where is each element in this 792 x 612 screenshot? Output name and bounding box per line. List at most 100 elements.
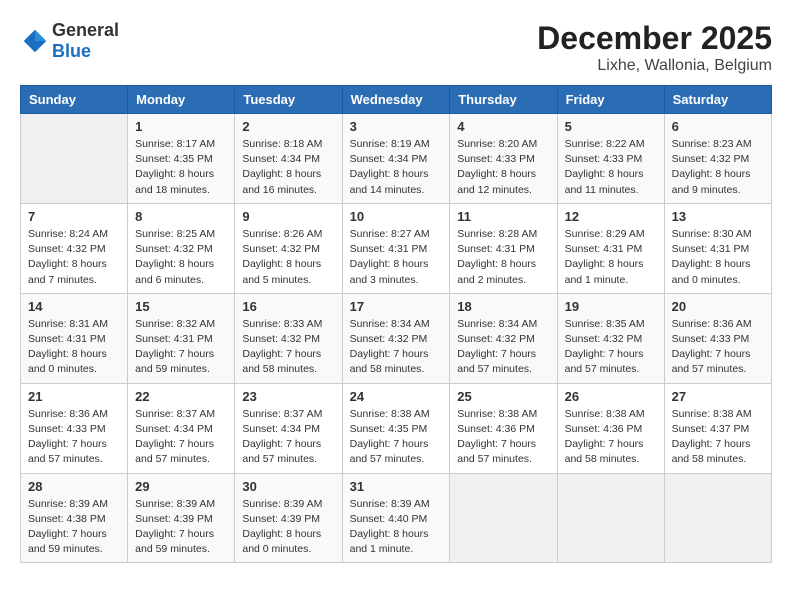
- calendar-cell: 3 Sunrise: 8:19 AM Sunset: 4:34 PM Daylig…: [342, 114, 450, 204]
- day-info: Sunrise: 8:33 AM Sunset: 4:32 PM Dayligh…: [242, 317, 334, 378]
- logo-text-general: General: [52, 20, 119, 40]
- calendar-cell: 17 Sunrise: 8:34 AM Sunset: 4:32 PM Dayli…: [342, 293, 450, 383]
- day-info: Sunrise: 8:17 AM Sunset: 4:35 PM Dayligh…: [135, 137, 227, 198]
- calendar-cell: 21 Sunrise: 8:36 AM Sunset: 4:33 PM Dayli…: [21, 383, 128, 473]
- day-info: Sunrise: 8:35 AM Sunset: 4:32 PM Dayligh…: [565, 317, 657, 378]
- day-number: 5: [565, 119, 657, 134]
- column-header-tuesday: Tuesday: [235, 86, 342, 114]
- day-number: 17: [350, 299, 443, 314]
- day-info: Sunrise: 8:19 AM Sunset: 4:34 PM Dayligh…: [350, 137, 443, 198]
- column-header-wednesday: Wednesday: [342, 86, 450, 114]
- calendar-cell: [450, 473, 557, 563]
- day-info: Sunrise: 8:38 AM Sunset: 4:37 PM Dayligh…: [672, 407, 764, 468]
- day-info: Sunrise: 8:39 AM Sunset: 4:39 PM Dayligh…: [242, 497, 334, 558]
- day-info: Sunrise: 8:27 AM Sunset: 4:31 PM Dayligh…: [350, 227, 443, 288]
- calendar-cell: 6 Sunrise: 8:23 AM Sunset: 4:32 PM Daylig…: [664, 114, 771, 204]
- calendar-cell: 24 Sunrise: 8:38 AM Sunset: 4:35 PM Dayli…: [342, 383, 450, 473]
- day-number: 4: [457, 119, 549, 134]
- day-number: 12: [565, 209, 657, 224]
- day-number: 18: [457, 299, 549, 314]
- calendar-week-row: 7 Sunrise: 8:24 AM Sunset: 4:32 PM Daylig…: [21, 203, 772, 293]
- day-info: Sunrise: 8:20 AM Sunset: 4:33 PM Dayligh…: [457, 137, 549, 198]
- page-subtitle: Lixhe, Wallonia, Belgium: [537, 57, 772, 75]
- calendar-cell: 4 Sunrise: 8:20 AM Sunset: 4:33 PM Daylig…: [450, 114, 557, 204]
- day-number: 6: [672, 119, 764, 134]
- day-info: Sunrise: 8:38 AM Sunset: 4:35 PM Dayligh…: [350, 407, 443, 468]
- day-number: 16: [242, 299, 334, 314]
- column-header-thursday: Thursday: [450, 86, 557, 114]
- day-info: Sunrise: 8:24 AM Sunset: 4:32 PM Dayligh…: [28, 227, 120, 288]
- calendar-cell: 28 Sunrise: 8:39 AM Sunset: 4:38 PM Dayli…: [21, 473, 128, 563]
- title-block: December 2025 Lixhe, Wallonia, Belgium: [537, 20, 772, 75]
- day-number: 26: [565, 389, 657, 404]
- calendar-cell: 15Sunrise: 8:32 AM Sunset: 4:31 PM Dayli…: [128, 293, 235, 383]
- day-info: Sunrise: 8:38 AM Sunset: 4:36 PM Dayligh…: [457, 407, 549, 468]
- day-info: Sunrise: 8:39 AM Sunset: 4:39 PM Dayligh…: [135, 497, 227, 558]
- day-number: 3: [350, 119, 443, 134]
- page-title: December 2025: [537, 20, 772, 57]
- calendar-cell: 7 Sunrise: 8:24 AM Sunset: 4:32 PM Daylig…: [21, 203, 128, 293]
- day-number: 25: [457, 389, 549, 404]
- day-info: Sunrise: 8:31 AM Sunset: 4:31 PM Dayligh…: [28, 317, 120, 378]
- day-number: 10: [350, 209, 443, 224]
- logo: General Blue: [20, 20, 119, 62]
- page-header: General Blue December 2025 Lixhe, Wallon…: [20, 20, 772, 75]
- day-info: Sunrise: 8:18 AM Sunset: 4:34 PM Dayligh…: [242, 137, 334, 198]
- calendar-cell: 26 Sunrise: 8:38 AM Sunset: 4:36 PM Dayli…: [557, 383, 664, 473]
- day-number: 29: [135, 479, 227, 494]
- calendar-cell: 8Sunrise: 8:25 AM Sunset: 4:32 PM Daylig…: [128, 203, 235, 293]
- calendar-cell: 27 Sunrise: 8:38 AM Sunset: 4:37 PM Dayli…: [664, 383, 771, 473]
- day-number: 7: [28, 209, 120, 224]
- day-number: 24: [350, 389, 443, 404]
- day-info: Sunrise: 8:39 AM Sunset: 4:40 PM Dayligh…: [350, 497, 443, 558]
- day-info: Sunrise: 8:32 AM Sunset: 4:31 PM Dayligh…: [135, 317, 227, 378]
- day-number: 31: [350, 479, 443, 494]
- day-info: Sunrise: 8:34 AM Sunset: 4:32 PM Dayligh…: [350, 317, 443, 378]
- calendar-cell: 5 Sunrise: 8:22 AM Sunset: 4:33 PM Daylig…: [557, 114, 664, 204]
- day-info: Sunrise: 8:23 AM Sunset: 4:32 PM Dayligh…: [672, 137, 764, 198]
- column-header-sunday: Sunday: [21, 86, 128, 114]
- calendar-week-row: 28 Sunrise: 8:39 AM Sunset: 4:38 PM Dayli…: [21, 473, 772, 563]
- day-number: 21: [28, 389, 120, 404]
- calendar-cell: 2 Sunrise: 8:18 AM Sunset: 4:34 PM Daylig…: [235, 114, 342, 204]
- day-number: 28: [28, 479, 120, 494]
- column-header-friday: Friday: [557, 86, 664, 114]
- calendar-cell: 29 Sunrise: 8:39 AM Sunset: 4:39 PM Dayli…: [128, 473, 235, 563]
- column-header-saturday: Saturday: [664, 86, 771, 114]
- day-number: 2: [242, 119, 334, 134]
- day-info: Sunrise: 8:36 AM Sunset: 4:33 PM Dayligh…: [28, 407, 120, 468]
- calendar-table: SundayMondayTuesdayWednesdayThursdayFrid…: [20, 85, 772, 563]
- calendar-week-row: 1 Sunrise: 8:17 AM Sunset: 4:35 PM Daylig…: [21, 114, 772, 204]
- day-number: 13: [672, 209, 764, 224]
- day-number: 20: [672, 299, 764, 314]
- day-info: Sunrise: 8:25 AM Sunset: 4:32 PM Dayligh…: [135, 227, 227, 288]
- calendar-cell: 20 Sunrise: 8:36 AM Sunset: 4:33 PM Dayli…: [664, 293, 771, 383]
- day-number: 14: [28, 299, 120, 314]
- calendar-week-row: 21 Sunrise: 8:36 AM Sunset: 4:33 PM Dayli…: [21, 383, 772, 473]
- day-info: Sunrise: 8:30 AM Sunset: 4:31 PM Dayligh…: [672, 227, 764, 288]
- calendar-cell: 25 Sunrise: 8:38 AM Sunset: 4:36 PM Dayli…: [450, 383, 557, 473]
- calendar-cell: 1 Sunrise: 8:17 AM Sunset: 4:35 PM Daylig…: [128, 114, 235, 204]
- calendar-cell: 31 Sunrise: 8:39 AM Sunset: 4:40 PM Dayli…: [342, 473, 450, 563]
- calendar-cell: [557, 473, 664, 563]
- calendar-cell: 16 Sunrise: 8:33 AM Sunset: 4:32 PM Dayli…: [235, 293, 342, 383]
- calendar-cell: 14 Sunrise: 8:31 AM Sunset: 4:31 PM Dayli…: [21, 293, 128, 383]
- calendar-cell: 13 Sunrise: 8:30 AM Sunset: 4:31 PM Dayli…: [664, 203, 771, 293]
- day-info: Sunrise: 8:39 AM Sunset: 4:38 PM Dayligh…: [28, 497, 120, 558]
- day-number: 22: [135, 389, 227, 404]
- column-header-monday: Monday: [128, 86, 235, 114]
- logo-text-blue: Blue: [52, 41, 91, 61]
- day-number: 27: [672, 389, 764, 404]
- calendar-week-row: 14 Sunrise: 8:31 AM Sunset: 4:31 PM Dayli…: [21, 293, 772, 383]
- day-info: Sunrise: 8:38 AM Sunset: 4:36 PM Dayligh…: [565, 407, 657, 468]
- calendar-cell: 22Sunrise: 8:37 AM Sunset: 4:34 PM Dayli…: [128, 383, 235, 473]
- day-info: Sunrise: 8:22 AM Sunset: 4:33 PM Dayligh…: [565, 137, 657, 198]
- day-info: Sunrise: 8:36 AM Sunset: 4:33 PM Dayligh…: [672, 317, 764, 378]
- day-info: Sunrise: 8:26 AM Sunset: 4:32 PM Dayligh…: [242, 227, 334, 288]
- day-number: 23: [242, 389, 334, 404]
- calendar-cell: [21, 114, 128, 204]
- day-number: 11: [457, 209, 549, 224]
- day-number: 1: [135, 119, 227, 134]
- calendar-header-row: SundayMondayTuesdayWednesdayThursdayFrid…: [21, 86, 772, 114]
- calendar-cell: [664, 473, 771, 563]
